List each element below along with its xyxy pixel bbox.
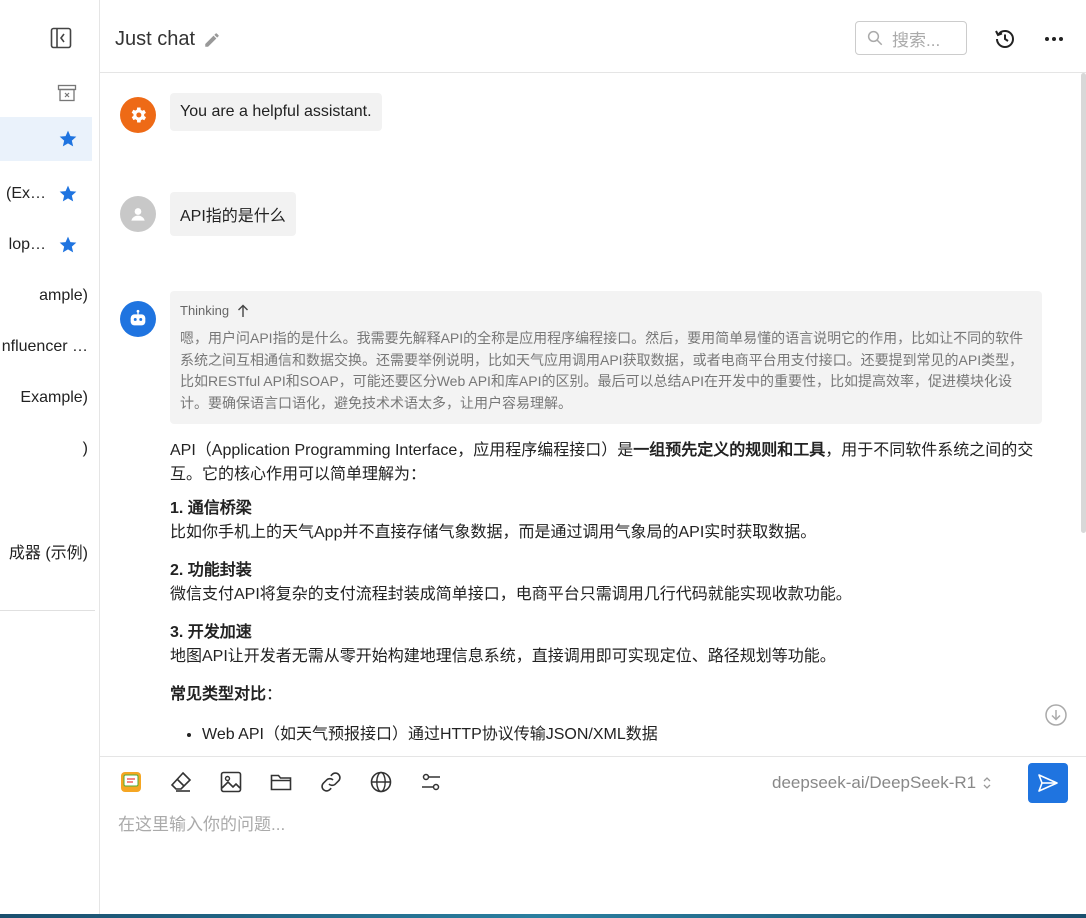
globe-icon[interactable]	[368, 769, 394, 795]
conversation-label: Example)	[20, 388, 88, 406]
model-name: deepseek-ai/DeepSeek-R1	[772, 773, 977, 792]
user-avatar	[120, 196, 156, 232]
prompt-input[interactable]	[118, 815, 1058, 835]
model-selector[interactable]: deepseek-ai/DeepSeek-R1	[772, 773, 992, 793]
eraser-icon[interactable]	[168, 769, 194, 795]
star-icon[interactable]	[58, 184, 78, 204]
chat-app: (Ex… lop… ample) nfluencer … Example) )	[0, 0, 1086, 918]
history-icon[interactable]	[993, 27, 1017, 51]
list-item: Web API（如天气预报接口）通过HTTP协议传输JSON/XML数据	[202, 723, 1042, 747]
send-icon	[1038, 774, 1058, 792]
scroll-down-icon[interactable]	[1044, 703, 1068, 727]
section-body: 比如你手机上的天气App并不直接存储气象数据，而是通过调用气象局的API实时获取…	[170, 524, 817, 541]
thinking-panel: Thinking 嗯，用户问API指的是什么。我需要先解释API的全称是应用程序…	[170, 291, 1042, 424]
answer-intro: API（Application Programming Interface，应用…	[170, 439, 1042, 487]
section-body: 地图API让开发者无需从零开始构建地理信息系统，直接调用即可实现定位、路径规划等…	[170, 648, 836, 665]
compare-title: 常见类型对比	[170, 686, 267, 703]
thinking-text: 嗯，用户问API指的是什么。我需要先解释API的全称是应用程序编程接口。然后，要…	[180, 330, 1024, 411]
section-body: 微信支付API将复杂的支付流程封装成简单接口，电商平台只需调用几行代码就能实现收…	[170, 586, 852, 603]
folder-icon[interactable]	[268, 769, 294, 795]
sidebar-toggle-icon[interactable]	[50, 27, 72, 49]
chevron-updown-icon	[983, 777, 991, 789]
conversation-item[interactable]: (Ex…	[0, 168, 92, 219]
conversation-label: nfluencer …	[1, 337, 88, 355]
conversation-label: ample)	[39, 286, 88, 304]
section-title: 3. 开发加速	[170, 624, 252, 641]
conversation-item[interactable]	[0, 117, 92, 161]
answer-intro-text: API（Application Programming Interface，应用…	[170, 442, 634, 459]
search-box[interactable]: 搜索...	[855, 21, 967, 55]
conversation-item[interactable]: lop…	[0, 219, 92, 270]
assistant-message: API（Application Programming Interface，应用…	[170, 439, 1042, 747]
conversation-item[interactable]	[0, 474, 92, 525]
star-icon[interactable]	[58, 235, 78, 255]
conversation-label: 成器 (示例)	[8, 544, 88, 562]
conversation-item[interactable]: nfluencer …	[0, 321, 92, 372]
thinking-label: Thinking	[180, 303, 230, 318]
prompt-template-icon[interactable]	[118, 769, 144, 795]
conversation-label: )	[82, 439, 88, 457]
star-icon[interactable]	[58, 129, 78, 149]
compare-heading: 常见类型对比：	[170, 683, 1042, 707]
collapse-arrow-icon	[238, 304, 249, 317]
chat-title-text: Just chat	[115, 28, 196, 50]
compare-list: Web API（如天气预报接口）通过HTTP协议传输JSON/XML数据	[202, 723, 1042, 747]
taskbar-strip	[0, 914, 1086, 918]
answer-intro-bold: 一组预先定义的规则和工具	[633, 442, 826, 459]
input-toolbar	[118, 769, 444, 795]
edit-icon[interactable]	[203, 31, 221, 49]
conversation-list: (Ex… lop… ample) nfluencer … Example) )	[0, 117, 92, 576]
image-icon[interactable]	[218, 769, 244, 795]
assistant-avatar	[120, 301, 156, 337]
thinking-header[interactable]: Thinking	[180, 303, 1032, 318]
user-message: API指的是什么	[170, 192, 296, 236]
more-icon[interactable]	[1042, 27, 1066, 51]
conversation-item[interactable]: Example)	[0, 372, 92, 423]
conversation-item[interactable]: ample)	[0, 270, 92, 321]
system-avatar	[120, 97, 156, 133]
robot-icon	[130, 309, 146, 326]
link-icon[interactable]	[318, 769, 344, 795]
settings-sliders-icon[interactable]	[418, 769, 444, 795]
send-button[interactable]	[1028, 763, 1068, 803]
input-area: deepseek-ai/DeepSeek-R1	[100, 756, 1086, 914]
message-list: You are a helpful assistant. API指的是什么 Th…	[100, 73, 1086, 756]
system-message: You are a helpful assistant.	[170, 93, 382, 131]
gear-icon	[131, 107, 146, 123]
compare-colon: ：	[266, 686, 283, 703]
chat-header: Just chat 搜索...	[100, 0, 1086, 73]
conversation-item[interactable]: 成器 (示例)	[0, 525, 92, 576]
section-title: 2. 功能封装	[170, 562, 252, 579]
search-placeholder: 搜索...	[892, 30, 941, 50]
conversation-label: lop…	[8, 235, 46, 253]
conversation-label: (Ex…	[6, 184, 46, 202]
archive-icon[interactable]	[57, 84, 77, 102]
conversation-item[interactable]: )	[0, 423, 92, 474]
sidebar-divider	[0, 610, 95, 611]
scrollbar[interactable]	[1081, 73, 1086, 533]
search-icon	[866, 29, 884, 47]
sidebar: (Ex… lop… ample) nfluencer … Example) )	[0, 0, 100, 914]
chat-title: Just chat	[115, 28, 221, 51]
person-icon	[131, 208, 145, 221]
section-title: 1. 通信桥梁	[170, 500, 252, 517]
